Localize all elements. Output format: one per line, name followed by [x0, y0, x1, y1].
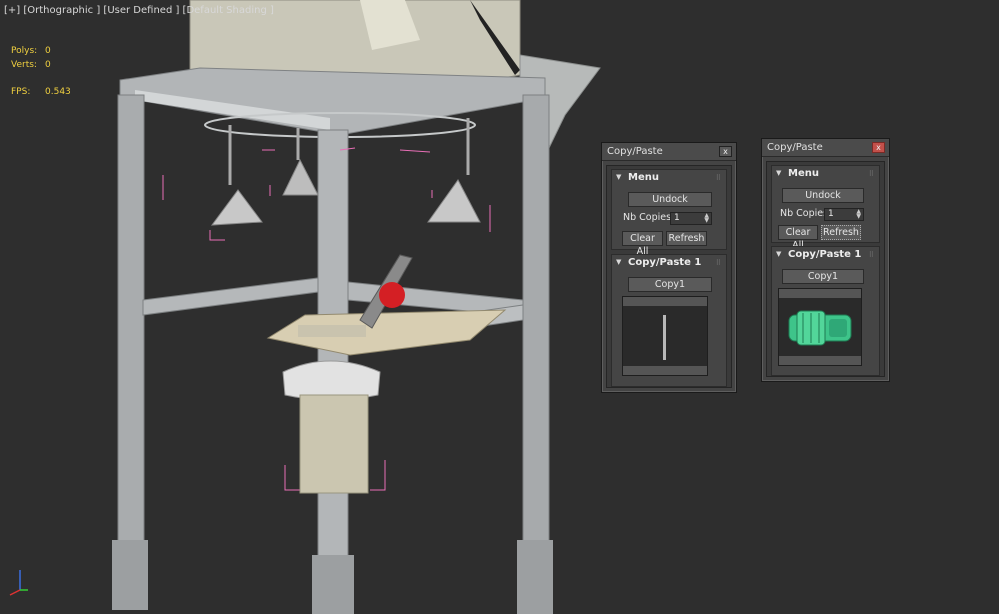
thumbnail-bottom-bar	[779, 356, 861, 365]
drum-body	[299, 394, 369, 494]
panel-1-titlebar[interactable]: Copy/Paste x	[602, 143, 736, 161]
crossbar-left	[142, 277, 319, 316]
hanging-weight-2	[282, 128, 319, 196]
thumbnail-bottom-bar	[623, 366, 707, 375]
spinner-arrows-icon[interactable]: ▲ ▼	[856, 209, 861, 220]
collapse-arrow-icon: ▼	[616, 258, 622, 266]
panel-2-menu-rollout: ▼ Menu ⠿ Undock Nb Copies 1 ▲▼ Clear All…	[771, 165, 880, 251]
panel-2-copy-header[interactable]: ▼ Copy/Paste 1 ⠿	[772, 247, 879, 263]
panel-2-close-button[interactable]: x	[872, 142, 885, 153]
panel-1-refresh-button[interactable]: Refresh	[666, 231, 707, 246]
panel-1-nb-copies-label: Nb Copies	[623, 212, 672, 223]
panel-1-menu-header[interactable]: ▼ Menu ⠿	[612, 170, 726, 186]
panel-2-clear-all-button[interactable]: Clear All	[778, 225, 818, 251]
thumbnail-preview-rod	[663, 315, 666, 360]
panel-2-copy-rollout: ▼ Copy/Paste 1 ⠿ Copy1	[771, 246, 880, 376]
foot-front	[312, 555, 354, 614]
panel-1-copy-rollout: ▼ Copy/Paste 1 ⠿ Copy1	[611, 254, 727, 387]
stat-fps-label: FPS:	[11, 87, 31, 97]
panel-1-body: ▼ Menu ⠿ Undock Nb Copies 1 ▲ ▼ Clear All…	[606, 165, 732, 388]
stat-fps-value: 0.543	[45, 87, 71, 97]
grip-icon: ⠿	[715, 174, 721, 182]
foot-right	[517, 540, 553, 614]
panel-2-nb-copies-spinner[interactable]: 1 ▲ ▼	[824, 208, 864, 221]
stat-polys-label: Polys:	[11, 46, 38, 56]
leg-right	[522, 94, 550, 606]
panel-1-nb-copies-value: 1	[674, 213, 680, 223]
panel-1-clear-all-button[interactable]: Clear All	[622, 231, 663, 257]
collapse-arrow-icon: ▼	[616, 173, 622, 181]
panel-1-nb-copies-spinner[interactable]: 1 ▲ ▼	[670, 212, 712, 225]
panel-2-title: Copy/Paste	[767, 142, 823, 153]
stat-polys: Polys: 0	[11, 46, 51, 56]
thumbnail-top-bar	[623, 297, 707, 306]
grip-icon: ⠿	[868, 251, 874, 259]
spinner-arrows-icon[interactable]: ▲ ▼	[704, 213, 709, 224]
collapse-arrow-icon: ▼	[776, 169, 782, 177]
panel-2-refresh-button[interactable]: Refresh	[821, 225, 861, 240]
panel-2-titlebar[interactable]: Copy/Paste x	[762, 139, 889, 157]
panel-1-undock-button[interactable]: Undock	[628, 192, 712, 207]
panel-2-copy-title: Copy/Paste 1	[788, 249, 862, 260]
red-valve	[379, 282, 405, 308]
stat-verts-label: Verts:	[11, 60, 37, 70]
copy-paste-panel-1[interactable]: Copy/Paste x ▼ Menu ⠿ Undock Nb Copies 1…	[601, 142, 737, 393]
stat-verts-value: 0	[45, 60, 51, 70]
collapse-arrow-icon: ▼	[776, 250, 782, 258]
copy-paste-panel-2[interactable]: Copy/Paste x ▼ Menu ⠿ Undock Nb Copies 1…	[761, 138, 890, 382]
panel-2-thumbnail[interactable]	[778, 288, 862, 366]
panel-1-copy-title: Copy/Paste 1	[628, 257, 702, 268]
drum-top	[298, 325, 366, 337]
panel-2-undock-button[interactable]: Undock	[782, 188, 864, 203]
foot-left	[112, 540, 148, 610]
grip-icon: ⠿	[868, 170, 874, 178]
panel-2-menu-title: Menu	[788, 168, 819, 179]
panel-1-menu-rollout: ▼ Menu ⠿ Undock Nb Copies 1 ▲ ▼ Clear All…	[611, 169, 727, 257]
stat-verts: Verts: 0	[11, 60, 51, 70]
panel-2-nb-copies-value: 1	[828, 209, 834, 219]
panel-1-close-button[interactable]: x	[719, 146, 732, 157]
axis-tripod	[9, 570, 28, 596]
grip-icon: ⠿	[715, 259, 721, 267]
panel-1-thumbnail[interactable]	[622, 296, 708, 376]
panel-2-nb-copies-label: Nb Copies	[780, 208, 829, 219]
thumbnail-top-bar	[779, 289, 861, 298]
leg-left	[117, 94, 145, 601]
panel-2-body: ▼ Menu ⠿ Undock Nb Copies 1 ▲▼ Clear All…	[766, 161, 885, 377]
panel-1-copy-header[interactable]: ▼ Copy/Paste 1 ⠿	[612, 255, 726, 271]
panel-1-copy1-button[interactable]: Copy1	[628, 277, 712, 292]
bag-cuff	[282, 360, 381, 401]
thumbnail-preview-motor	[788, 310, 852, 346]
panel-1-menu-title: Menu	[628, 172, 659, 183]
panel-1-title: Copy/Paste	[607, 146, 663, 157]
hanging-weight-1	[210, 125, 263, 226]
panel-2-copy1-button[interactable]: Copy1	[782, 269, 864, 284]
stat-fps: FPS: 0.543	[11, 87, 71, 97]
stat-polys-value: 0	[45, 46, 51, 56]
viewport-label[interactable]: [+] [Orthographic ] [User Defined ] [Def…	[4, 5, 274, 16]
panel-2-menu-header[interactable]: ▼ Menu ⠿	[772, 166, 879, 182]
